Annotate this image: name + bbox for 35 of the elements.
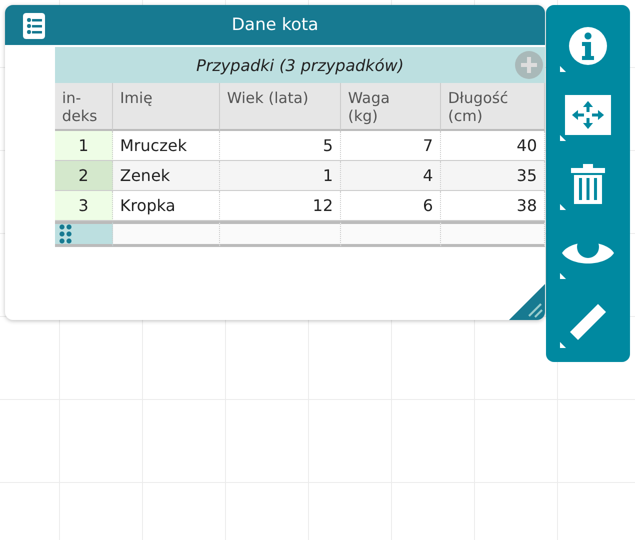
table-icon [23, 13, 45, 39]
info-icon [568, 26, 608, 66]
column-header[interactable]: Wiek (lata) [220, 83, 341, 131]
window-title: Dane kota [232, 15, 318, 35]
new-row-handle-cell[interactable] [55, 221, 113, 247]
column-header[interactable]: Waga (kg) [341, 83, 441, 131]
table-cell[interactable]: Zenek [113, 161, 220, 191]
table-cell[interactable]: 6 [341, 191, 441, 221]
column-header[interactable]: in- deks [55, 83, 113, 131]
column-header[interactable]: Długość (cm) [441, 83, 545, 131]
column-header[interactable]: Imię [113, 83, 220, 131]
table-cell[interactable]: Kropka [113, 191, 220, 221]
drag-handle-icon[interactable] [59, 224, 73, 244]
table-cell[interactable]: 35 [441, 161, 545, 191]
table-cell[interactable]: 40 [441, 131, 545, 161]
table-cell[interactable]: 5 [220, 131, 341, 161]
corner-mark-icon [560, 273, 566, 279]
move-arrows-icon [565, 94, 611, 134]
table-cell[interactable]: 38 [441, 191, 545, 221]
table-cell[interactable]: 12 [220, 191, 341, 221]
resize-handle-icon[interactable] [509, 284, 545, 320]
row-index[interactable]: 1 [55, 131, 113, 161]
table-cell[interactable]: 1 [220, 161, 341, 191]
corner-mark-icon [560, 204, 566, 210]
corner-mark-icon [560, 66, 566, 72]
table-cell[interactable]: 7 [341, 131, 441, 161]
corner-mark-icon [560, 135, 566, 141]
row-index[interactable]: 2 [55, 161, 113, 191]
table-cell[interactable]: Mruczek [113, 131, 220, 161]
table-cell[interactable]: 4 [341, 161, 441, 191]
ruler-icon [568, 302, 608, 342]
corner-mark-icon [560, 342, 566, 348]
row-index[interactable]: 3 [55, 191, 113, 221]
trash-icon [570, 164, 606, 204]
table-title: Przypadki (3 przypadków) [196, 56, 404, 74]
